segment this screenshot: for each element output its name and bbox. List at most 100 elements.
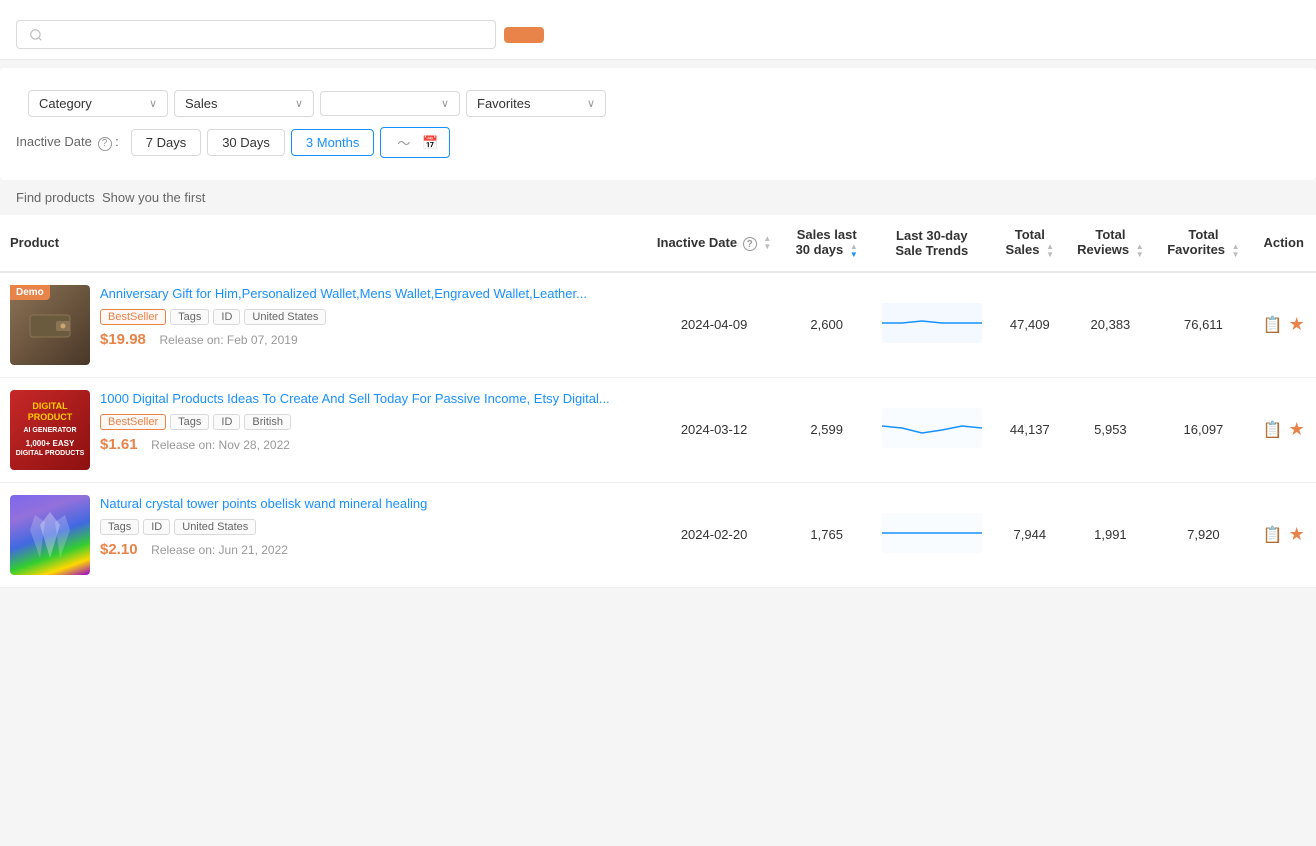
favorite-star-icon[interactable]: ★	[1289, 524, 1305, 545]
favorite-star-icon[interactable]: ★	[1289, 314, 1305, 335]
total-reviews-sort[interactable]: ▲ ▼	[1136, 243, 1144, 259]
product-tag: Tags	[170, 414, 209, 430]
total-reviews-select[interactable]: ∨	[320, 91, 460, 116]
demo-badge: Demo	[10, 285, 50, 300]
category-label: Category	[39, 96, 92, 111]
favorite-star-icon[interactable]: ★	[1289, 419, 1305, 440]
inactive-date-row: Inactive Date ? : 7 Days 30 Days 3 Month…	[16, 127, 1300, 158]
tags-row: TagsIDUnited States	[100, 519, 634, 535]
sort-down: ▼	[1046, 251, 1054, 259]
col-action: Action	[1251, 215, 1316, 272]
col-total-sales: TotalSales ▲ ▼	[994, 215, 1065, 272]
search-input[interactable]	[51, 27, 483, 42]
result-spacer	[95, 190, 102, 205]
product-cell: DIGITAL PRODUCT AI GENERATOR 1,000+ EASY…	[0, 377, 644, 482]
product-tag: BestSeller	[100, 309, 166, 325]
release-date: Release on: Jun 21, 2022	[151, 543, 288, 557]
sort-down: ▼	[763, 243, 771, 251]
inactive-date-cell: 2024-02-20	[644, 482, 784, 587]
category-arrow: ∨	[149, 97, 157, 110]
product-price: $2.10	[100, 541, 138, 558]
action-cell: 📋 ★	[1251, 272, 1316, 378]
total-favorites-cell: 76,611	[1155, 272, 1251, 378]
total-reviews-cell: 1,991	[1065, 482, 1155, 587]
sort-down: ▼	[850, 251, 858, 259]
total-sales-cell: 44,137	[994, 377, 1065, 482]
product-info: 1000 Digital Products Ideas To Create An…	[100, 390, 634, 453]
col-sales-30: Sales last30 days ▲ ▼	[784, 215, 870, 272]
col-inactive-date: Inactive Date ? ▲ ▼	[644, 215, 784, 272]
favorites-select[interactable]: Favorites ∨	[466, 90, 606, 117]
product-tag: British	[244, 414, 291, 430]
total-favorites-cell: 16,097	[1155, 377, 1251, 482]
action-icons: 📋 ★	[1261, 314, 1306, 335]
table-row: DIGITAL PRODUCT AI GENERATOR 1,000+ EASY…	[0, 377, 1316, 482]
action-icons: 📋 ★	[1261, 524, 1306, 545]
total-favorites-sort[interactable]: ▲ ▼	[1232, 243, 1240, 259]
inactive-date-cell: 2024-04-09	[644, 272, 784, 378]
date-sep: ～	[397, 133, 410, 152]
table-body: Demo Anniversary Gift for Him,Personaliz…	[0, 272, 1316, 588]
sort-down: ▼	[1136, 251, 1144, 259]
product-tag: ID	[213, 414, 240, 430]
total-sales-cell: 47,409	[994, 272, 1065, 378]
tags-row: BestSellerTagsIDUnited States	[100, 309, 634, 325]
total-favorites-cell: 7,920	[1155, 482, 1251, 587]
product-price: $1.61	[100, 436, 138, 453]
product-tag: United States	[174, 519, 256, 535]
product-title[interactable]: 1000 Digital Products Ideas To Create An…	[100, 390, 634, 408]
products-table: Product Inactive Date ? ▲ ▼ Sales last30…	[0, 215, 1316, 588]
release-date: Release on: Feb 07, 2019	[160, 333, 298, 347]
list-view-icon[interactable]: 📋	[1263, 420, 1283, 440]
total-sales-sort[interactable]: ▲ ▼	[1046, 243, 1054, 259]
search-icon	[29, 28, 43, 42]
sales-select[interactable]: Sales ∨	[174, 90, 314, 117]
help-icon[interactable]: ?	[98, 137, 112, 151]
sales-30-cell: 2,600	[784, 272, 870, 378]
favorites-arrow: ∨	[587, 97, 595, 110]
total-sales-cell: 7,944	[994, 482, 1065, 587]
col-product: Product	[0, 215, 644, 272]
product-cell: Demo Anniversary Gift for Him,Personaliz…	[0, 272, 644, 378]
7days-button[interactable]: 7 Days	[131, 129, 201, 156]
table-row: Natural crystal tower points obelisk wan…	[0, 482, 1316, 587]
product-title[interactable]: Anniversary Gift for Him,Personalized Wa…	[100, 285, 634, 303]
product-title[interactable]: Natural crystal tower points obelisk wan…	[100, 495, 634, 513]
reviews-arrow: ∨	[441, 97, 449, 110]
product-tag: Tags	[170, 309, 209, 325]
list-view-icon[interactable]: 📋	[1263, 315, 1283, 335]
filter-section: Category ∨ Sales ∨ ∨ Favorites ∨ Inactiv…	[0, 68, 1316, 180]
search-button[interactable]	[504, 27, 544, 43]
list-view-icon[interactable]: 📋	[1263, 525, 1283, 545]
inactive-date-cell: 2024-03-12	[644, 377, 784, 482]
col-help-icon[interactable]: ?	[743, 237, 757, 251]
result-show-text: Show you the first	[102, 190, 205, 205]
sales-label: Sales	[185, 96, 218, 111]
product-info: Anniversary Gift for Him,Personalized Wa…	[100, 285, 634, 348]
sales30-sort[interactable]: ▲ ▼	[850, 243, 858, 259]
favorites-label: Favorites	[477, 96, 530, 111]
action-icons: 📋 ★	[1261, 419, 1306, 440]
inactive-date-sort[interactable]: ▲ ▼	[763, 235, 771, 251]
date-range[interactable]: ～ 📅	[380, 127, 449, 158]
30days-button[interactable]: 30 Days	[207, 129, 285, 156]
col-total-favorites: TotalFavorites ▲ ▼	[1155, 215, 1251, 272]
top-bar	[0, 0, 1316, 60]
total-reviews-cell: 5,953	[1065, 377, 1155, 482]
trend-chart-cell	[869, 482, 994, 587]
total-reviews-cell: 20,383	[1065, 272, 1155, 378]
sort-down: ▼	[1232, 251, 1240, 259]
product-tag: United States	[244, 309, 326, 325]
3months-button[interactable]: 3 Months	[291, 129, 374, 156]
search-row	[16, 20, 1300, 49]
table-wrap: Product Inactive Date ? ▲ ▼ Sales last30…	[0, 215, 1316, 588]
release-date: Release on: Nov 28, 2022	[151, 438, 290, 452]
result-prefix: Find	[16, 190, 45, 205]
table-row: Demo Anniversary Gift for Him,Personaliz…	[0, 272, 1316, 378]
trend-chart-cell	[869, 272, 994, 378]
col-total-reviews: TotalReviews ▲ ▼	[1065, 215, 1155, 272]
action-cell: 📋 ★	[1251, 377, 1316, 482]
product-tag: ID	[213, 309, 240, 325]
tags-row: BestSellerTagsIDBritish	[100, 414, 634, 430]
category-select[interactable]: Category ∨	[28, 90, 168, 117]
